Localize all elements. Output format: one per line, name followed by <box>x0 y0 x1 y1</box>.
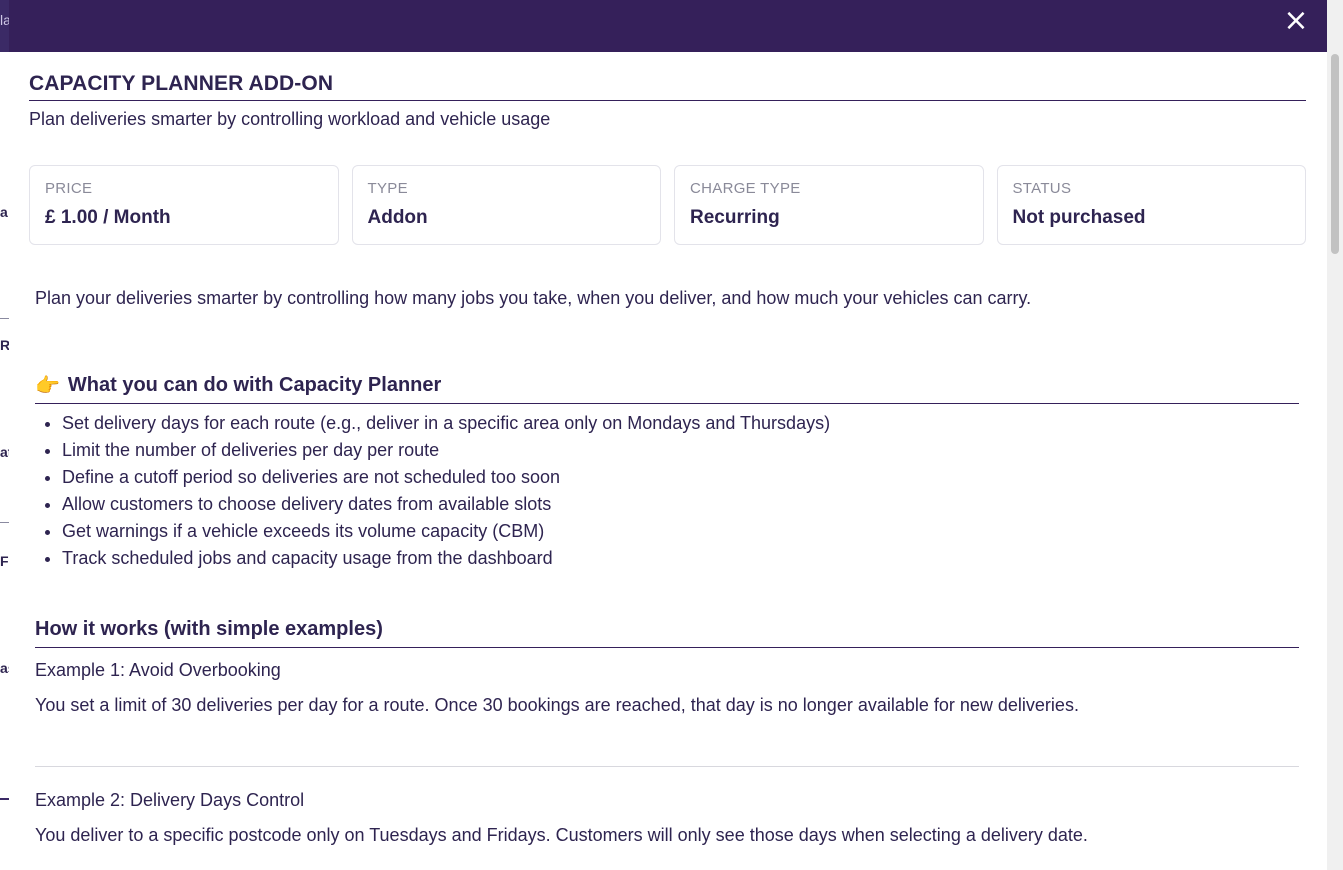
info-cards: PRICE £ 1.00 / Month TYPE Addon CHARGE T… <box>29 165 1306 245</box>
example-text: You set a limit of 30 deliveries per day… <box>35 695 1079 715</box>
list-item: Track scheduled jobs and capacity usage … <box>62 545 1299 572</box>
background-text-fragment: at <box>0 444 9 460</box>
modal-content: CAPACITY PLANNER ADD-ON Plan deliveries … <box>29 52 1306 846</box>
description-body: Plan your deliveries smarter by controll… <box>35 288 1299 846</box>
modal-header: × <box>9 0 1327 52</box>
scrollbar-thumb[interactable] <box>1331 54 1339 254</box>
how-it-works-title: How it works (with simple examples) <box>35 618 1299 648</box>
background-text-fragment: a <box>0 204 8 220</box>
close-icon[interactable]: × <box>1283 6 1309 36</box>
charge-type-card: CHARGE TYPE Recurring <box>674 165 984 245</box>
background-text-fragment: as <box>0 660 9 676</box>
example-title: Example 1: Avoid Overbooking <box>35 660 281 680</box>
modal-subtitle: Plan deliveries smarter by controlling w… <box>29 109 551 129</box>
card-value: £ 1.00 / Month <box>45 207 171 228</box>
price-card: PRICE £ 1.00 / Month <box>29 165 339 245</box>
features-section-title: 👉 What you can do with Capacity Planner <box>35 373 1299 404</box>
card-value: Recurring <box>690 207 780 228</box>
list-item: Set delivery days for each route (e.g., … <box>62 410 1299 437</box>
card-label: STATUS <box>1012 180 1072 197</box>
card-value: Not purchased <box>1012 207 1146 228</box>
list-item: Allow customers to choose delivery dates… <box>62 491 1299 518</box>
features-list: Set delivery days for each route (e.g., … <box>35 410 1299 572</box>
status-card: STATUS Not purchased <box>996 165 1306 245</box>
scrollbar[interactable] <box>1327 0 1343 870</box>
type-card: TYPE Addon <box>351 165 661 245</box>
background-divider <box>0 318 9 319</box>
background-text-fragment: la <box>0 12 9 28</box>
example-title: Example 2: Delivery Days Control <box>35 790 305 810</box>
background-app: la a R at F as <box>0 0 9 870</box>
card-label: CHARGE TYPE <box>690 180 801 197</box>
list-item: Define a cutoff period so deliveries are… <box>62 464 1299 491</box>
background-divider <box>0 798 9 800</box>
section-title-text: What you can do with Capacity Planner <box>67 373 442 396</box>
modal-title: CAPACITY PLANNER ADD-ON <box>29 72 1306 101</box>
background-text-fragment: F <box>0 553 9 569</box>
addon-modal: × CAPACITY PLANNER ADD-ON Plan deliverie… <box>9 0 1327 870</box>
list-item: Limit the number of deliveries per day p… <box>62 437 1299 464</box>
card-value: Addon <box>367 207 428 228</box>
example-divider <box>35 766 1299 767</box>
list-item: Get warnings if a vehicle exceeds its vo… <box>62 518 1299 545</box>
card-label: TYPE <box>367 180 408 197</box>
example-text: You deliver to a specific postcode only … <box>35 825 1088 845</box>
background-divider <box>0 522 9 523</box>
card-label: PRICE <box>45 180 93 197</box>
background-text-fragment: R <box>0 337 9 353</box>
intro-text: Plan your deliveries smarter by controll… <box>35 288 1032 308</box>
pointing-hand-icon: 👉 <box>35 373 60 397</box>
